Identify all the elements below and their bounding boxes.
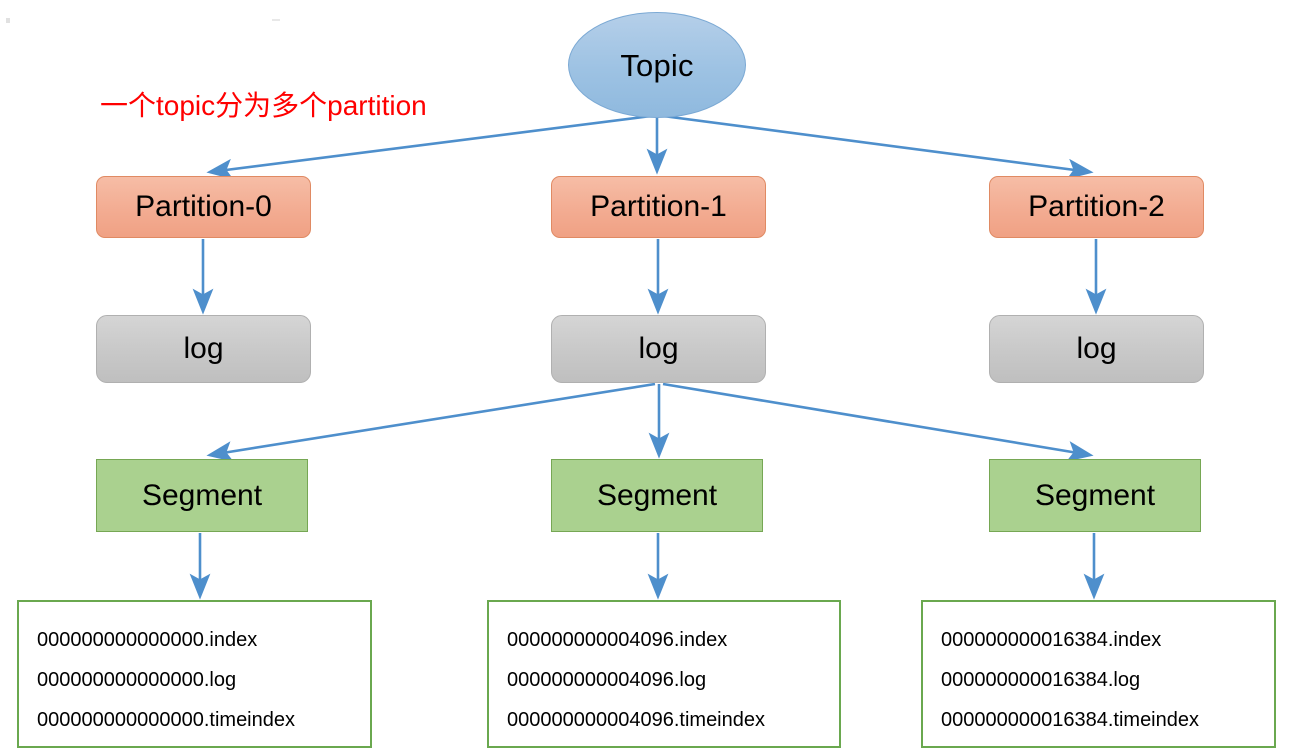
log-label-1: log: [638, 332, 679, 365]
file-line-log: 000000000004096.log: [507, 669, 707, 691]
log-label-2: log: [1076, 332, 1117, 365]
segment-label-0: Segment: [141, 478, 263, 512]
edge-log-1-to-segment-2: [662, 382, 1094, 462]
topic-highlight-notch: [22, 17, 64, 40]
segment-node-1[interactable]: Segment: [551, 459, 763, 532]
segment-label-2: Segment: [1034, 478, 1156, 512]
file-line-index: 000000000004096.index: [507, 629, 728, 651]
file-line-timeindex: 000000000016384.timeindex: [941, 709, 1199, 731]
partition-label-1: Partition-1: [590, 190, 727, 223]
edge-topic-to-partition-0: [206, 114, 652, 180]
edge-topic-to-partition-2: [662, 114, 1094, 180]
annotation-text: 一个topic分为多个partition: [100, 90, 427, 121]
file-line-index: 000000000000000.index: [37, 629, 258, 651]
topic-node[interactable]: Topic: [568, 12, 746, 118]
log-label-0: log: [183, 332, 224, 365]
artifact-speck-right: [272, 19, 280, 21]
edge-log-1-to-segment-0: [206, 382, 656, 462]
segment-label-1: Segment: [596, 478, 718, 512]
diagram-canvas: Topic 一个topic分为多个partition Partition-0 P…: [0, 0, 1295, 755]
files-node-1: 000000000004096.index 000000000004096.lo…: [487, 600, 841, 748]
log-node-2[interactable]: log: [989, 315, 1204, 383]
segment-node-0[interactable]: Segment: [96, 459, 308, 532]
partition-node-1[interactable]: Partition-1: [551, 176, 766, 238]
partition-label-2: Partition-2: [1028, 190, 1165, 223]
file-line-log: 000000000000000.log: [37, 669, 237, 691]
log-node-1[interactable]: log: [551, 315, 766, 383]
segment-node-2[interactable]: Segment: [989, 459, 1201, 532]
partition-node-0[interactable]: Partition-0: [96, 176, 311, 238]
file-line-index: 000000000016384.index: [941, 629, 1162, 651]
artifact-speck-left: [6, 18, 10, 23]
file-line-log: 000000000016384.log: [941, 669, 1141, 691]
files-node-2: 000000000016384.index 000000000016384.lo…: [921, 600, 1276, 748]
partition-node-2[interactable]: Partition-2: [989, 176, 1204, 238]
files-node-0: 000000000000000.index 000000000000000.lo…: [17, 600, 372, 748]
file-line-timeindex: 000000000004096.timeindex: [507, 709, 765, 731]
topic-label: Topic: [620, 47, 694, 83]
log-node-0[interactable]: log: [96, 315, 311, 383]
file-line-timeindex: 000000000000000.timeindex: [37, 709, 295, 731]
partition-label-0: Partition-0: [135, 190, 272, 223]
